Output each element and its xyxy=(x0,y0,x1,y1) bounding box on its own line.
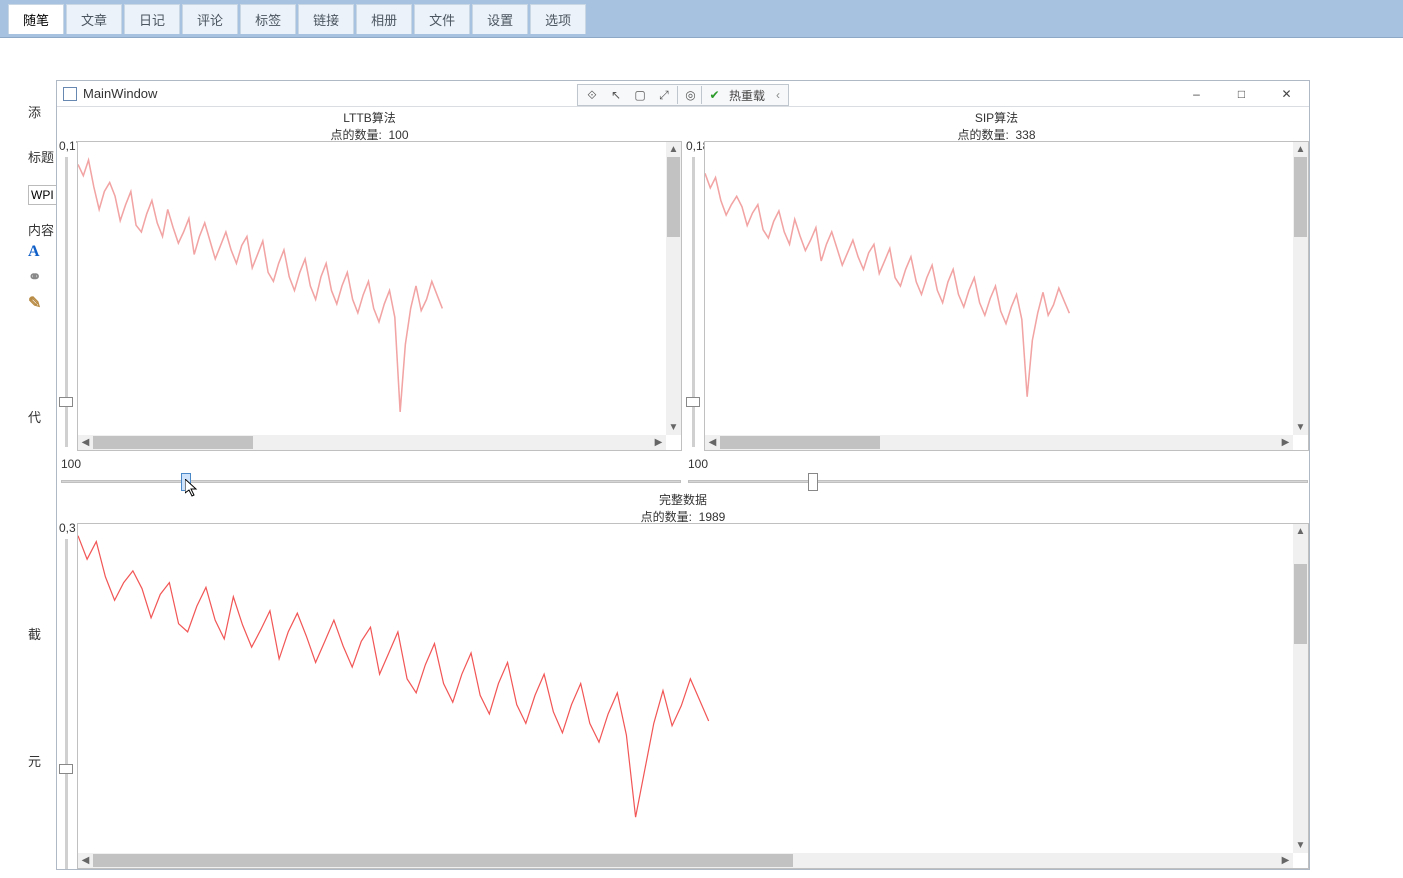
left-excerpt-label: 截 xyxy=(28,620,56,647)
scroll-up-icon[interactable]: ▲ xyxy=(1293,142,1308,157)
debug-toolbar: ⟐ ↖ ▢ ⤢ ◎ ✔ 热重载 ‹ xyxy=(577,84,789,106)
scroll-up-icon[interactable]: ▲ xyxy=(666,142,681,157)
scroll-down-icon[interactable]: ▼ xyxy=(1293,838,1308,853)
scroll-right-icon[interactable]: ▶ xyxy=(651,435,666,450)
full-header: 完整数据 点的数量: 1989 xyxy=(57,491,1309,525)
title-input[interactable] xyxy=(28,185,58,205)
scroll-down-icon[interactable]: ▼ xyxy=(666,420,681,435)
left-slider-thumb[interactable] xyxy=(181,473,191,491)
vscroll-thumb[interactable] xyxy=(667,157,680,237)
sip-title: SIP算法 xyxy=(684,109,1309,126)
tab-suibi[interactable]: 随笔 xyxy=(8,4,64,34)
hscroll-thumb[interactable] xyxy=(93,436,253,449)
scroll-right-icon[interactable]: ▶ xyxy=(1278,435,1293,450)
main-window: MainWindow ⟐ ↖ ▢ ⤢ ◎ ✔ 热重载 ‹ – □ ✕ LTTB算… xyxy=(56,80,1310,870)
sip-vslider[interactable] xyxy=(686,157,701,447)
tab-biaoqian[interactable]: 标签 xyxy=(240,4,296,34)
sip-header: SIP算法 点的数量: 338 xyxy=(684,109,1309,143)
left-slider-value: 100 xyxy=(61,457,81,471)
edit-icon[interactable]: ✎ xyxy=(28,293,56,313)
full-axis: 0,3 xyxy=(59,521,76,535)
tab-wenzhang[interactable]: 文章 xyxy=(66,4,122,34)
lttb-vslider[interactable] xyxy=(59,157,74,447)
sip-chart[interactable]: ▲ ▼ ◀ ▶ xyxy=(704,141,1309,451)
left-code-label: 代 xyxy=(28,403,56,430)
scroll-left-icon[interactable]: ◀ xyxy=(78,853,93,868)
tab-xiangce[interactable]: 相册 xyxy=(356,4,412,34)
full-title: 完整数据 xyxy=(57,491,1309,508)
hotreload-label[interactable]: 热重载 xyxy=(725,87,769,104)
scroll-right-icon[interactable]: ▶ xyxy=(1278,853,1293,868)
lttb-chart[interactable]: ▲ ▼ ◀ ▶ xyxy=(77,141,682,451)
tab-wenjian[interactable]: 文件 xyxy=(414,4,470,34)
debug-btn-2[interactable]: ↖ xyxy=(605,86,627,104)
scroll-left-icon[interactable]: ◀ xyxy=(705,435,720,450)
scroll-left-icon[interactable]: ◀ xyxy=(78,435,93,450)
full-count-label: 点的数量: xyxy=(641,510,692,524)
maximize-button[interactable]: □ xyxy=(1219,81,1264,107)
titlebar[interactable]: MainWindow ⟐ ↖ ▢ ⤢ ◎ ✔ 热重载 ‹ – □ ✕ xyxy=(57,81,1309,107)
debug-btn-5[interactable]: ◎ xyxy=(677,86,699,104)
debug-btn-4[interactable]: ⤢ xyxy=(653,86,675,104)
tab-pinglun[interactable]: 评论 xyxy=(182,4,238,34)
app-icon xyxy=(63,87,77,101)
debug-btn-3[interactable]: ▢ xyxy=(629,86,651,104)
sip-count: 338 xyxy=(1015,128,1035,142)
full-chart[interactable]: ▲ ▼ ◀ ▶ xyxy=(77,523,1309,869)
left-add-btn[interactable]: 添 xyxy=(28,98,56,125)
right-slider-value: 100 xyxy=(688,457,708,471)
lttb-count: 100 xyxy=(388,128,408,142)
vscroll-thumb[interactable] xyxy=(1294,157,1307,237)
scroll-down-icon[interactable]: ▼ xyxy=(1293,420,1308,435)
left-content-label: 内容 xyxy=(28,216,56,243)
full-vslider[interactable] xyxy=(59,539,74,869)
right-slider-thumb[interactable] xyxy=(808,473,818,491)
hscroll-thumb[interactable] xyxy=(93,854,793,867)
top-tabbar: 随笔 文章 日记 评论 标签 链接 相册 文件 设置 选项 xyxy=(0,0,1403,38)
left-panel: 添 标题 内容 A ⚭ ✎ 代 截 元 xyxy=(0,38,56,774)
scroll-up-icon[interactable]: ▲ xyxy=(1293,524,1308,539)
lttb-header: LTTB算法 点的数量: 100 xyxy=(57,109,682,143)
bold-icon[interactable]: A xyxy=(28,243,56,261)
full-count: 1989 xyxy=(699,510,726,524)
hscroll-thumb[interactable] xyxy=(720,436,880,449)
lttb-count-label: 点的数量: xyxy=(330,128,381,142)
left-meta-label: 元 xyxy=(28,747,56,774)
left-title-label: 标题 xyxy=(28,143,56,170)
close-button[interactable]: ✕ xyxy=(1264,81,1309,107)
tab-xuanxiang[interactable]: 选项 xyxy=(530,4,586,34)
right-slider[interactable] xyxy=(688,473,1308,491)
tab-lianjie[interactable]: 链接 xyxy=(298,4,354,34)
sip-count-label: 点的数量: xyxy=(957,128,1008,142)
window-title: MainWindow xyxy=(83,86,157,101)
hotreload-icon[interactable]: ✔ xyxy=(701,86,723,104)
left-slider[interactable] xyxy=(61,473,681,491)
chevron-left-icon[interactable]: ‹ xyxy=(771,88,785,102)
debug-btn-1[interactable]: ⟐ xyxy=(581,86,603,104)
lttb-title: LTTB算法 xyxy=(57,109,682,126)
minimize-button[interactable]: – xyxy=(1174,81,1219,107)
link-icon[interactable]: ⚭ xyxy=(28,267,56,287)
tab-shezhi[interactable]: 设置 xyxy=(472,4,528,34)
tab-riji[interactable]: 日记 xyxy=(124,4,180,34)
vscroll-thumb[interactable] xyxy=(1294,564,1307,644)
